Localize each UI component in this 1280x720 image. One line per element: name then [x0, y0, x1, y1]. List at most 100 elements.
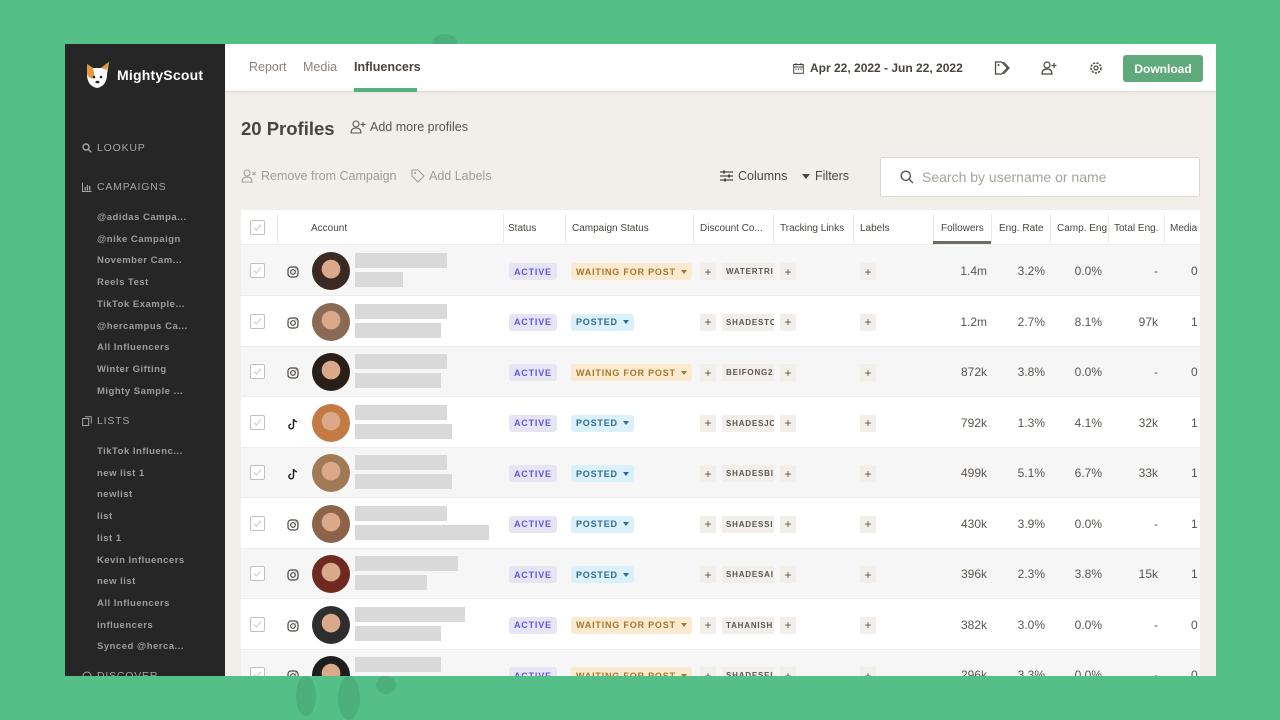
- col-account[interactable]: Account: [311, 223, 347, 234]
- avatar[interactable]: [312, 656, 350, 676]
- sidebar-list-item[interactable]: new list: [97, 576, 136, 587]
- col-camp-eng[interactable]: Camp. Eng: [1057, 223, 1107, 234]
- username-placeholder[interactable]: [355, 556, 458, 571]
- row-checkbox[interactable]: [250, 667, 265, 676]
- avatar[interactable]: [312, 504, 350, 543]
- campaign-status-dropdown[interactable]: POSTED: [571, 313, 634, 331]
- add-label-button[interactable]: +: [860, 364, 876, 381]
- table-row[interactable]: ACTIVE WAITING FOR POST + SHADESEI + + 2…: [241, 650, 1200, 676]
- sidebar-list-item[interactable]: Synced @herca...: [97, 641, 184, 652]
- tab-media[interactable]: Media: [303, 60, 337, 74]
- sidebar-campaign-item[interactable]: November Cam...: [97, 255, 182, 266]
- select-all-checkbox[interactable]: [250, 220, 265, 235]
- add-tracking-link-button[interactable]: +: [780, 313, 796, 331]
- avatar[interactable]: [312, 605, 350, 644]
- discount-code[interactable]: SHADESBI: [722, 465, 774, 482]
- sidebar-section-lookup[interactable]: LOOKUP: [82, 142, 146, 154]
- row-checkbox[interactable]: [250, 313, 265, 329]
- avatar[interactable]: [312, 302, 350, 341]
- add-label-button[interactable]: +: [860, 616, 876, 634]
- discount-code[interactable]: SHADESAI: [722, 566, 774, 583]
- row-checkbox[interactable]: [250, 566, 265, 581]
- sidebar-campaign-item[interactable]: Winter Gifting: [97, 364, 167, 375]
- add-more-profiles-button[interactable]: Add more profiles: [350, 120, 468, 134]
- discount-code[interactable]: BEIFONG2: [722, 364, 774, 381]
- table-row[interactable]: ACTIVE POSTED + SHADESTC + + 1.2m 2.7% 8…: [241, 297, 1200, 347]
- sidebar-list-item[interactable]: list: [97, 511, 113, 522]
- sidebar-list-item[interactable]: TikTok Influenc...: [97, 446, 183, 457]
- discount-code[interactable]: WATERTRI: [722, 263, 774, 280]
- add-discount-code-button[interactable]: +: [700, 465, 716, 482]
- add-user-icon[interactable]: [1041, 60, 1057, 76]
- username-placeholder[interactable]: [355, 303, 447, 319]
- sidebar-campaign-item[interactable]: TikTok Example...: [97, 299, 185, 310]
- col-followers[interactable]: Followers: [941, 223, 984, 234]
- col-eng-rate[interactable]: Eng. Rate: [999, 223, 1043, 234]
- campaign-status-dropdown[interactable]: POSTED: [571, 515, 634, 533]
- add-tracking-link-button[interactable]: +: [780, 364, 796, 381]
- col-labels[interactable]: Labels: [860, 223, 889, 234]
- sidebar-list-item[interactable]: influencers: [97, 620, 153, 631]
- discount-code[interactable]: SHADESEI: [722, 667, 774, 676]
- sidebar-campaign-item[interactable]: @hercampus Ca...: [97, 321, 188, 332]
- avatar[interactable]: [312, 454, 350, 492]
- table-row[interactable]: ACTIVE POSTED + SHADESAI + + 396k 2.3% 3…: [241, 549, 1200, 599]
- add-tracking-link-button[interactable]: +: [780, 566, 796, 583]
- sidebar-campaign-item[interactable]: Mighty Sample ...: [97, 386, 183, 397]
- tags-icon[interactable]: [994, 60, 1010, 76]
- col-tracking-links[interactable]: Tracking Links: [780, 223, 844, 234]
- username-placeholder[interactable]: [355, 505, 447, 521]
- add-tracking-link-button[interactable]: +: [780, 414, 796, 432]
- sidebar-list-item[interactable]: All Influencers: [97, 598, 170, 609]
- campaign-status-dropdown[interactable]: POSTED: [571, 566, 634, 583]
- add-label-button[interactable]: +: [860, 667, 876, 676]
- filters-button[interactable]: Filters: [802, 169, 849, 183]
- campaign-status-dropdown[interactable]: WAITING FOR POST: [571, 667, 692, 676]
- campaign-status-dropdown[interactable]: WAITING FOR POST: [571, 364, 692, 381]
- username-placeholder[interactable]: [355, 253, 447, 268]
- avatar[interactable]: [312, 252, 350, 290]
- sidebar-campaign-item[interactable]: All Influencers: [97, 342, 170, 353]
- sidebar-list-item[interactable]: new list 1: [97, 468, 145, 479]
- sidebar-list-item[interactable]: Kevin Influencers: [97, 555, 185, 566]
- col-campaign-status[interactable]: Campaign Status: [572, 223, 649, 234]
- add-discount-code-button[interactable]: +: [700, 414, 716, 432]
- col-discount-code[interactable]: Discount Co...: [700, 223, 763, 234]
- discount-code[interactable]: SHADESJC: [722, 414, 774, 432]
- discount-code[interactable]: TAHANISH: [722, 616, 774, 634]
- discount-code[interactable]: SHADESSI: [722, 515, 774, 533]
- table-row[interactable]: ACTIVE WAITING FOR POST + BEIFONG2 + + 8…: [241, 347, 1200, 397]
- username-placeholder[interactable]: [355, 404, 447, 420]
- username-placeholder[interactable]: [355, 354, 447, 369]
- col-total-eng[interactable]: Total Eng.: [1114, 223, 1158, 234]
- discount-code[interactable]: SHADESTC: [722, 313, 774, 331]
- gear-icon[interactable]: [1088, 60, 1104, 76]
- tab-influencers[interactable]: Influencers: [354, 60, 421, 74]
- row-checkbox[interactable]: [250, 414, 265, 430]
- table-row[interactable]: ACTIVE POSTED + SHADESBI + + 499k 5.1% 6…: [241, 448, 1200, 498]
- row-checkbox[interactable]: [250, 465, 265, 480]
- remove-from-campaign-button[interactable]: Remove from Campaign: [241, 169, 396, 183]
- add-discount-code-button[interactable]: +: [700, 263, 716, 280]
- username-placeholder[interactable]: [355, 455, 447, 470]
- col-status[interactable]: Status: [508, 223, 536, 234]
- add-label-button[interactable]: +: [860, 313, 876, 331]
- row-checkbox[interactable]: [250, 263, 265, 278]
- add-label-button[interactable]: +: [860, 465, 876, 482]
- table-row[interactable]: ACTIVE POSTED + SHADESJC + + 792k 1.3% 4…: [241, 398, 1200, 448]
- add-discount-code-button[interactable]: +: [700, 515, 716, 533]
- sidebar-section-discover[interactable]: DISCOVER: [82, 670, 158, 676]
- add-label-button[interactable]: +: [860, 566, 876, 583]
- table-row[interactable]: ACTIVE WAITING FOR POST + WATERTRI + + 1…: [241, 246, 1200, 296]
- campaign-status-dropdown[interactable]: POSTED: [571, 465, 634, 482]
- add-tracking-link-button[interactable]: +: [780, 667, 796, 676]
- add-label-button[interactable]: +: [860, 263, 876, 280]
- row-checkbox[interactable]: [250, 515, 265, 531]
- tab-report[interactable]: Report: [249, 60, 287, 74]
- row-checkbox[interactable]: [250, 616, 265, 632]
- add-tracking-link-button[interactable]: +: [780, 515, 796, 533]
- add-tracking-link-button[interactable]: +: [780, 616, 796, 634]
- sidebar-campaign-item[interactable]: @adidas Campa...: [97, 212, 187, 223]
- campaign-status-dropdown[interactable]: WAITING FOR POST: [571, 616, 692, 634]
- sidebar-list-item[interactable]: list 1: [97, 533, 122, 544]
